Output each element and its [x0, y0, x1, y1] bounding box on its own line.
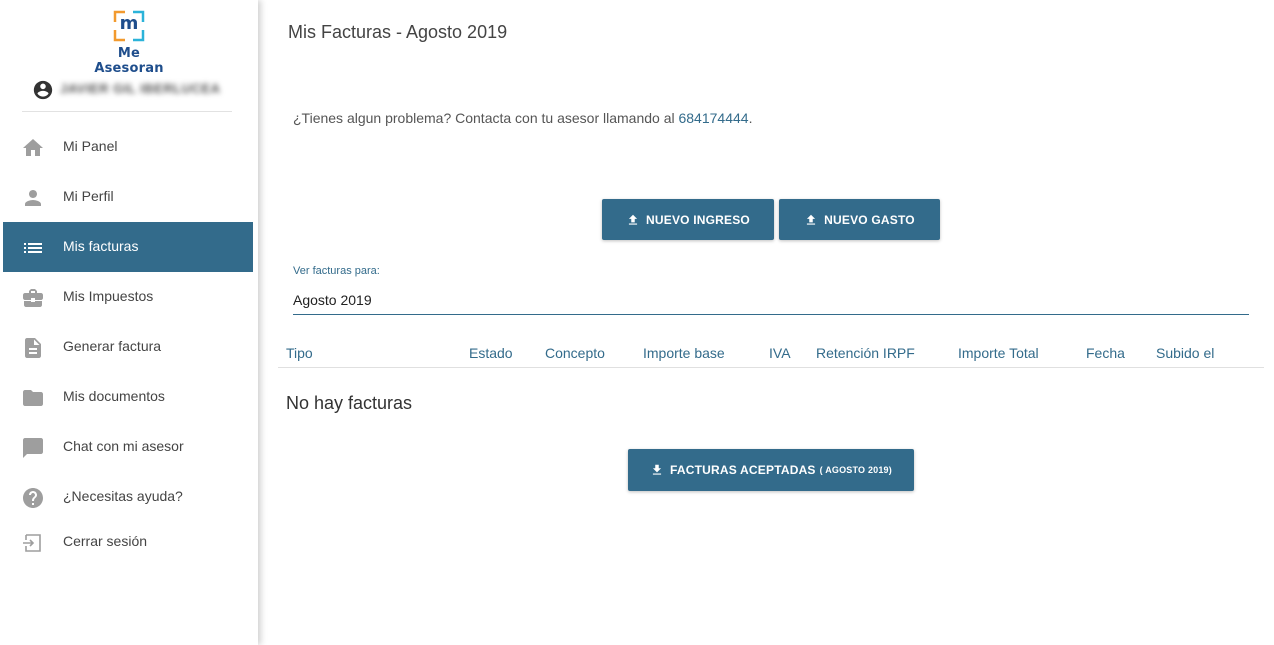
table-header-divider — [278, 367, 1264, 368]
new-income-button[interactable]: NUEVO INGRESO — [602, 199, 774, 240]
empty-table-message: No hay facturas — [286, 393, 413, 413]
period-select-label: Ver facturas para: — [293, 265, 380, 277]
help-message: ¿Tienes algun problema? Contacta con tu … — [293, 110, 752, 126]
person-icon — [21, 186, 45, 210]
logout-icon — [21, 531, 45, 555]
sidebar-item-label: Generar factura — [63, 338, 162, 354]
column-header-retencion-irpf[interactable]: Retención IRPF — [816, 345, 915, 361]
help-suffix: . — [748, 110, 753, 126]
chat-icon — [21, 436, 45, 460]
new-expense-button[interactable]: NUEVO GASTO — [779, 199, 940, 240]
sidebar: m Me Asesoran JAVIER GIL IBERLUCEA Mi Pa… — [0, 0, 258, 645]
sidebar-item-label: Chat con mi asesor — [63, 438, 184, 454]
sidebar-item-label: ¿Necesitas ayuda? — [63, 488, 183, 504]
sidebar-item-mis-facturas[interactable]: Mis facturas — [3, 222, 253, 272]
column-header-importe-base[interactable]: Importe base — [643, 345, 725, 361]
user-name: JAVIER GIL IBERLUCEA — [60, 81, 221, 96]
list-icon — [21, 236, 45, 260]
sidebar-item-mi-panel[interactable]: Mi Panel — [3, 122, 253, 172]
download-icon — [652, 464, 662, 475]
home-icon — [21, 136, 45, 160]
sidebar-item-generar-factura[interactable]: Generar factura — [3, 322, 253, 372]
sidebar-item-label: Mis facturas — [63, 238, 139, 254]
column-header-concepto[interactable]: Concepto — [545, 345, 605, 361]
sidebar-divider — [22, 111, 232, 112]
accepted-invoices-button[interactable]: FACTURAS ACEPTADAS ( AGOSTO 2019) — [628, 449, 914, 491]
sidebar-item-label: Mis Impuestos — [63, 288, 154, 304]
column-header-subido-el[interactable]: Subido el — [1156, 345, 1214, 361]
new-expense-label: NUEVO GASTO — [824, 212, 915, 227]
upload-icon — [807, 214, 816, 225]
accepted-invoices-period: ( AGOSTO 2019) — [819, 465, 892, 475]
sidebar-item-ayuda[interactable]: ¿Necesitas ayuda? — [3, 472, 253, 522]
column-header-iva[interactable]: IVA — [769, 345, 791, 361]
sidebar-item-label: Cerrar sesión — [63, 533, 148, 549]
help-icon — [21, 486, 45, 510]
sidebar-item-label: Mi Perfil — [63, 188, 114, 204]
accepted-invoices-label: FACTURAS ACEPTADAS — [670, 463, 816, 477]
period-select[interactable]: Agosto 2019 — [293, 288, 1249, 315]
user-info: JAVIER GIL IBERLUCEA — [30, 78, 230, 102]
logo-letter: m — [119, 13, 139, 34]
upload-icon — [628, 214, 638, 225]
folder-icon — [21, 386, 45, 410]
column-header-estado[interactable]: Estado — [469, 345, 513, 361]
advisor-phone-link[interactable]: 684174444 — [678, 110, 748, 126]
account-circle-icon — [32, 79, 54, 101]
page-title: Mis Facturas - Agosto 2019 — [288, 22, 508, 42]
new-income-label: NUEVO INGRESO — [646, 212, 750, 227]
logo-mark-icon: m — [113, 10, 145, 42]
briefcase-icon — [21, 286, 45, 310]
sidebar-item-mis-impuestos[interactable]: Mis Impuestos — [3, 272, 253, 322]
sidebar-item-mis-documentos[interactable]: Mis documentos — [3, 372, 253, 422]
column-header-fecha[interactable]: Fecha — [1086, 345, 1125, 361]
document-icon — [21, 336, 45, 360]
sidebar-item-cerrar-sesion[interactable]: Cerrar sesión — [3, 517, 253, 567]
sidebar-item-chat[interactable]: Chat con mi asesor — [3, 422, 253, 472]
sidebar-item-label: Mi Panel — [63, 138, 118, 154]
app-logo[interactable]: m Me Asesoran — [83, 10, 175, 76]
logo-text: Me Asesoran — [94, 46, 164, 76]
period-select-value: Agosto 2019 — [293, 292, 372, 308]
column-header-importe-total[interactable]: Importe Total — [958, 345, 1039, 361]
sidebar-item-label: Mis documentos — [63, 388, 165, 404]
column-header-tipo[interactable]: Tipo — [286, 345, 313, 361]
sidebar-item-mi-perfil[interactable]: Mi Perfil — [3, 172, 253, 222]
help-text: ¿Tienes algun problema? Contacta con tu … — [293, 110, 679, 126]
